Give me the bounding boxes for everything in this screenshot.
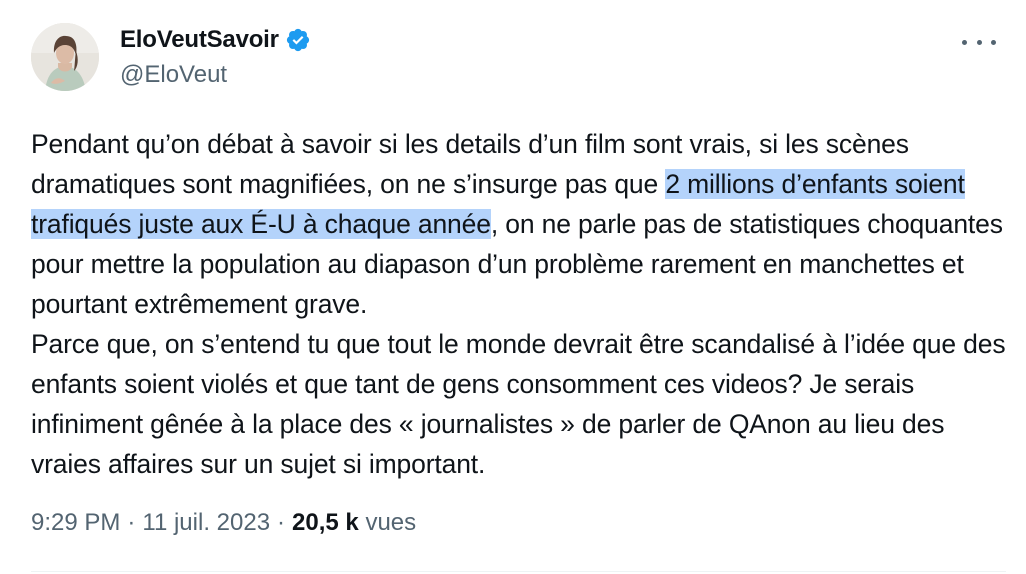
author-display-name[interactable]: EloVeutSavoir <box>120 26 279 54</box>
tweet-date[interactable]: 11 juil. 2023 <box>142 509 270 537</box>
meta-separator: · <box>277 509 286 536</box>
tweet-text: Pendant qu’on débat à savoir si les deta… <box>31 124 1006 484</box>
meta-separator: · <box>127 509 136 536</box>
views-label: vues <box>365 509 417 536</box>
more-horizontal-icon-dot <box>976 39 982 45</box>
avatar[interactable] <box>31 23 99 91</box>
verified-badge-icon[interactable] <box>285 27 311 53</box>
more-horizontal-icon-dot <box>991 39 996 45</box>
tweet-text-paragraph-2: Parce que, on s’entend tu que tout le mo… <box>31 329 1006 479</box>
tweet-time[interactable]: 9:29 PM <box>31 509 120 537</box>
more-horizontal-icon <box>962 39 967 45</box>
profile-photo <box>31 23 99 91</box>
divider <box>31 571 1006 572</box>
tweet-card: EloVeutSavoir @EloVeut Pendant qu’on déb… <box>0 0 1026 574</box>
author-name-row: EloVeutSavoir <box>120 26 311 54</box>
more-options-button[interactable] <box>962 30 996 54</box>
views-count[interactable]: 20,5 k <box>292 509 359 537</box>
tweet-metadata: 9:29 PM · 11 juil. 2023 · 20,5 k vues <box>31 509 416 537</box>
author-handle[interactable]: @EloVeut <box>120 61 227 89</box>
